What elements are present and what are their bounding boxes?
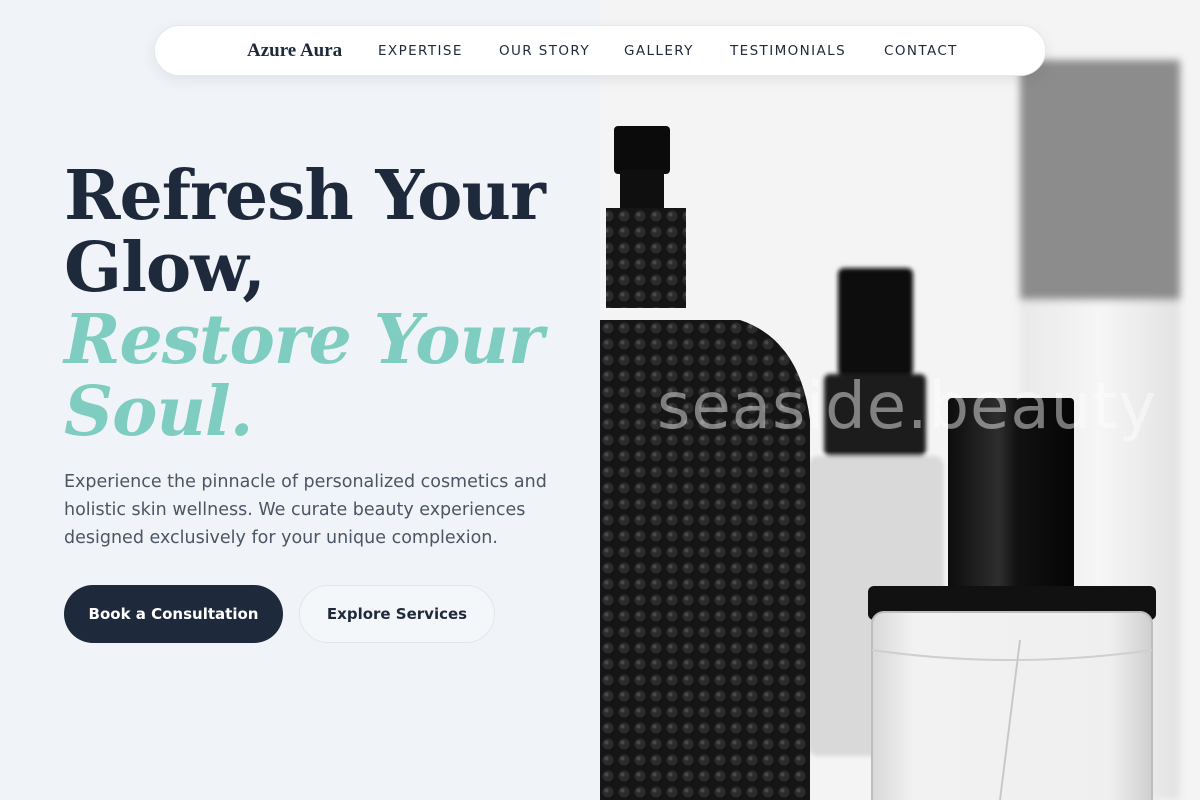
nav-link-contact[interactable]: CONTACT [884,43,958,59]
hero-description-line-3: designed exclusively for your unique com… [64,528,498,548]
book-consultation-button[interactable]: Book a Consultation [64,585,283,643]
nav-link-gallery[interactable]: GALLERY [624,43,694,59]
hero-heading-accent-line-1: Restore Your [64,300,544,380]
brand-logo[interactable]: Azure Aura [247,40,342,62]
explore-services-button[interactable]: Explore Services [299,585,495,643]
nav-link-our-story[interactable]: OUR STORY [499,43,590,59]
image-watermark: seaside.beauty [657,370,1158,444]
hero-heading-line-2: Glow, [64,228,266,308]
hero-heading-line-1: Refresh Your [64,156,546,236]
hero-description-line-1: Experience the pinnacle of personalized … [64,472,547,492]
hero-description: Experience the pinnacle of personalized … [64,468,554,552]
hero-heading-accent-line-2: Soul. [64,372,253,452]
hero-product-image: seaside.beauty [600,0,1200,800]
nav-link-testimonials[interactable]: TESTIMONIALS [730,43,846,59]
hero-description-line-2: holistic skin wellness. We curate beauty… [64,500,526,520]
top-navigation: Azure Aura EXPERTISE OUR STORY GALLERY T… [154,25,1046,76]
nav-link-expertise[interactable]: EXPERTISE [378,43,463,59]
